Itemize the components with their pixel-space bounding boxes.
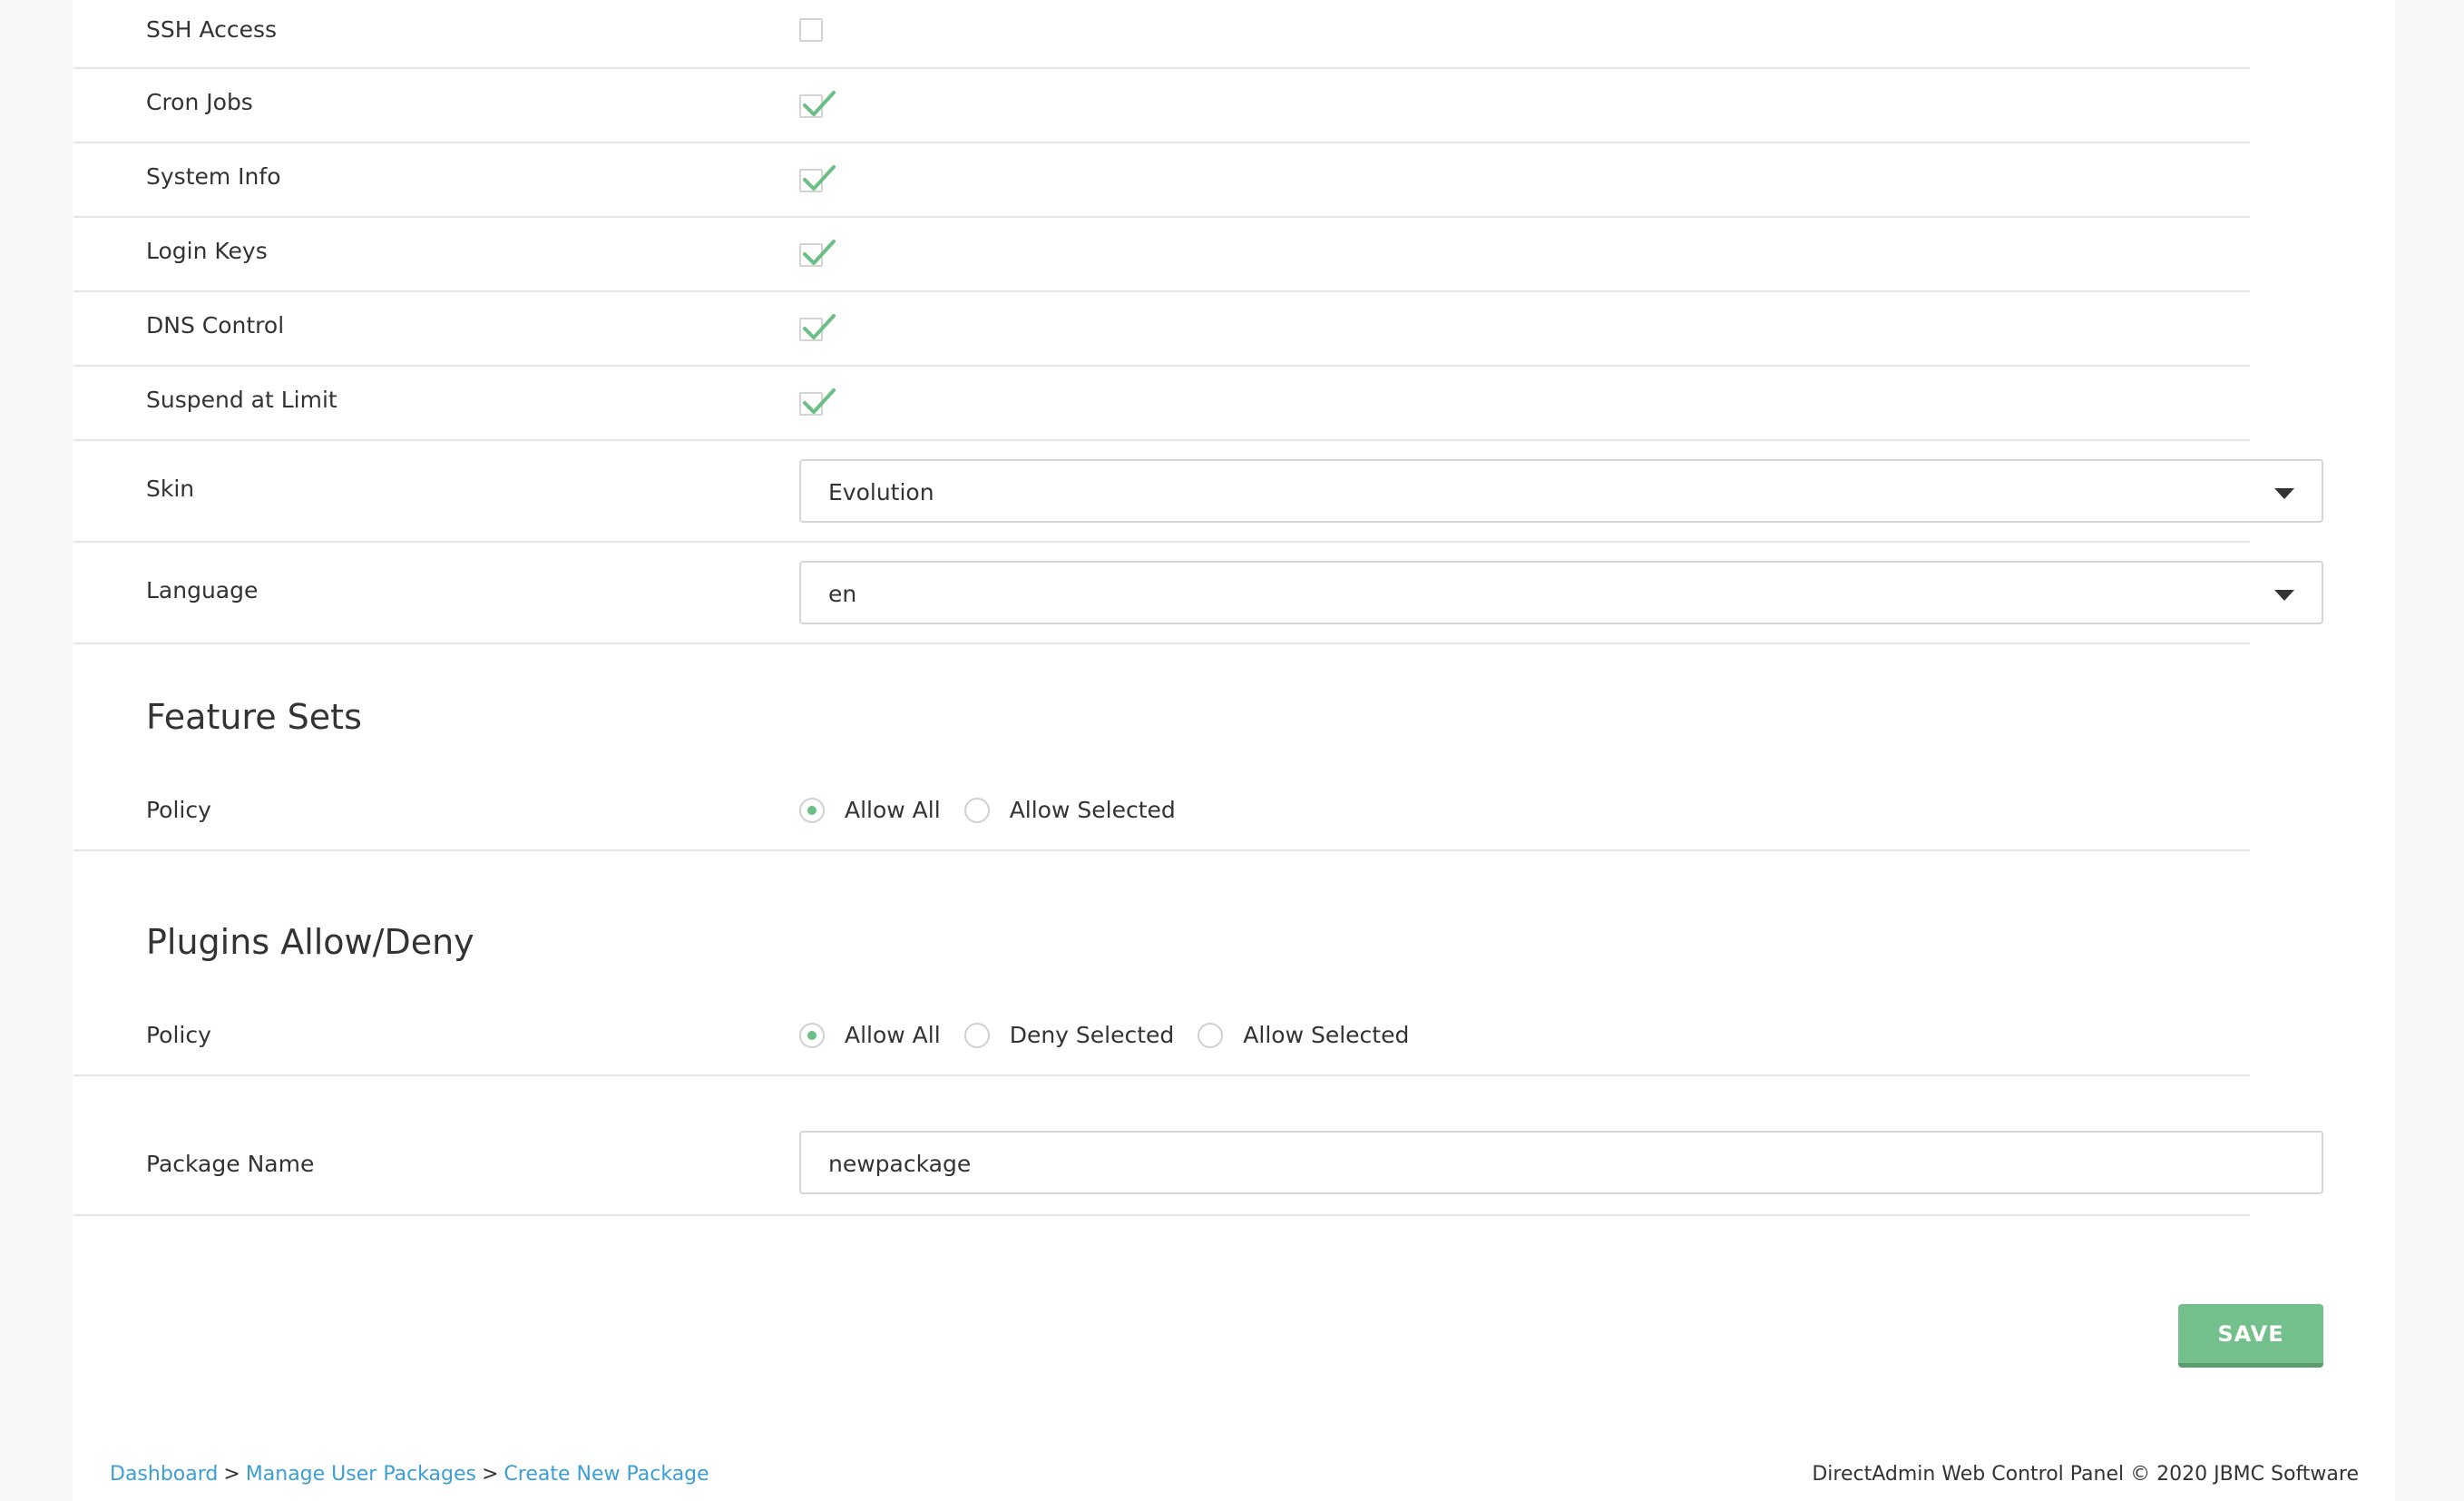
plugins-title: Plugins Allow/Deny [146, 922, 474, 962]
skin-label: Skin [146, 476, 195, 502]
row-feature-sets-policy: Policy Allow All Allow Selected [73, 782, 2250, 851]
row-system-info: System Info [73, 143, 2250, 218]
feature-sets-allow-selected-label: Allow Selected [1009, 797, 1176, 823]
language-select-value: en [828, 581, 857, 607]
ssh-access-checkbox[interactable] [799, 18, 823, 42]
row-login-keys: Login Keys [73, 218, 2250, 292]
plugins-allow-all-option[interactable]: Allow All [799, 1022, 941, 1048]
skin-select-value: Evolution [828, 479, 934, 505]
feature-sets-policy-label: Policy [146, 797, 211, 823]
cron-jobs-checkbox[interactable] [799, 91, 836, 118]
save-button[interactable]: SAVE [2178, 1304, 2323, 1368]
skin-select[interactable]: Evolution [799, 459, 2323, 523]
system-info-checkbox[interactable] [799, 165, 836, 192]
login-keys-label: Login Keys [146, 238, 268, 264]
package-name-label: Package Name [146, 1151, 315, 1177]
breadcrumb-dashboard[interactable]: Dashboard [110, 1463, 218, 1486]
chevron-down-icon [2274, 488, 2294, 499]
feature-sets-allow-all-label: Allow All [845, 797, 941, 823]
language-select[interactable]: en [799, 561, 2323, 624]
plugins-allow-selected-radio[interactable] [1198, 1022, 1224, 1048]
language-label: Language [146, 577, 259, 603]
login-keys-checkbox[interactable] [799, 240, 836, 267]
plugins-allow-all-label: Allow All [845, 1022, 941, 1048]
checkmark-icon [803, 240, 836, 265]
dns-control-checkbox[interactable] [799, 314, 836, 341]
suspend-at-limit-label: Suspend at Limit [146, 387, 337, 413]
checkmark-icon [803, 388, 836, 414]
system-info-label: System Info [146, 163, 281, 190]
feature-sets-allow-selected-option[interactable]: Allow Selected [963, 797, 1176, 823]
feature-sets-title: Feature Sets [146, 697, 362, 737]
ssh-access-label: SSH Access [146, 16, 278, 43]
row-package-name: Package Name newpackage [73, 1076, 2323, 1216]
row-plugins-policy: Policy Allow All Deny Selected Allow Sel… [73, 1007, 2250, 1076]
checkmark-icon [803, 314, 836, 339]
plugins-deny-selected-label: Deny Selected [1009, 1022, 1175, 1048]
plugins-allow-selected-label: Allow Selected [1243, 1022, 1410, 1048]
breadcrumb-separator: > [223, 1463, 240, 1486]
feature-sets-policy-radio-group: Allow All Allow Selected [799, 797, 1199, 823]
breadcrumb-manage-user-packages[interactable]: Manage User Packages [246, 1463, 476, 1486]
plugins-deny-selected-option[interactable]: Deny Selected [963, 1022, 1175, 1048]
feature-sets-allow-all-option[interactable]: Allow All [799, 797, 941, 823]
plugins-allow-all-radio[interactable] [799, 1022, 825, 1048]
feature-sets-allow-all-radio[interactable] [799, 797, 825, 823]
copyright-text: DirectAdmin Web Control Panel © 2020 JBM… [1812, 1463, 2359, 1486]
suspend-at-limit-checkbox[interactable] [799, 388, 836, 416]
checkmark-icon [803, 91, 836, 116]
plugins-policy-radio-group: Allow All Deny Selected Allow Selected [799, 1022, 1432, 1048]
row-skin: Skin Evolution [73, 441, 2323, 543]
row-dns-control: DNS Control [73, 292, 2250, 367]
checkmark-icon [803, 165, 836, 191]
dns-control-label: DNS Control [146, 312, 285, 338]
row-suspend-at-limit: Suspend at Limit [73, 367, 2250, 441]
plugins-deny-selected-radio[interactable] [963, 1022, 990, 1048]
package-name-value: newpackage [828, 1151, 972, 1177]
plugins-allow-selected-option[interactable]: Allow Selected [1198, 1022, 1409, 1048]
feature-sets-allow-selected-radio[interactable] [963, 797, 990, 823]
package-name-input[interactable]: newpackage [799, 1131, 2323, 1194]
chevron-down-icon [2274, 590, 2294, 601]
row-cron-jobs: Cron Jobs [73, 69, 2250, 143]
row-ssh-access: SSH Access [73, 0, 2250, 69]
breadcrumb-separator: > [481, 1463, 499, 1486]
plugins-policy-label: Policy [146, 1022, 211, 1048]
breadcrumb-create-new-package[interactable]: Create New Package [504, 1463, 709, 1486]
cron-jobs-label: Cron Jobs [146, 89, 253, 115]
row-language: Language en [73, 543, 2323, 644]
breadcrumb: Dashboard > Manage User Packages > Create Ne… [110, 1463, 709, 1486]
